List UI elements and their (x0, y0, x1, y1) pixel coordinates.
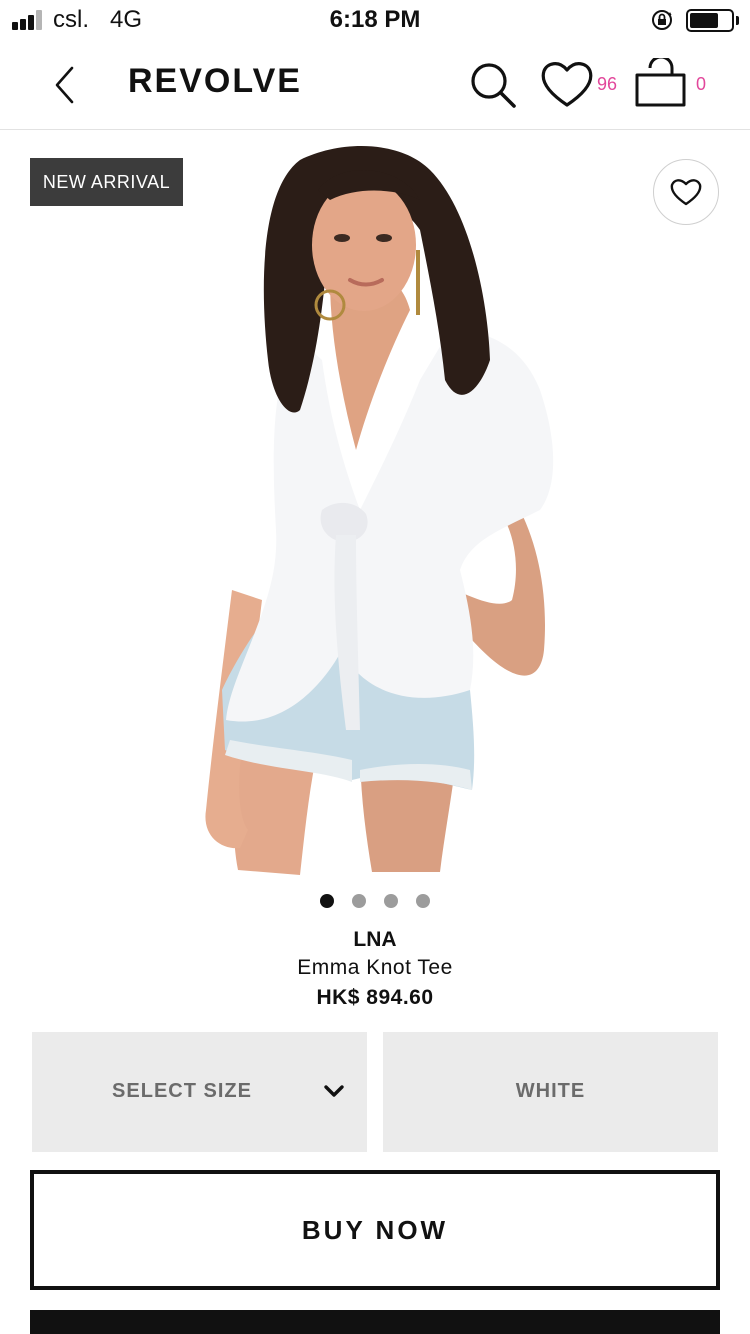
color-select-label: WHITE (515, 1080, 586, 1102)
heart-icon (670, 179, 702, 206)
battery-level (690, 13, 718, 28)
status-bar: csl. 4G 6:18 PM (0, 0, 750, 40)
battery-icon (686, 9, 734, 32)
chevron-down-icon (324, 1085, 344, 1097)
rotation-lock-icon (652, 10, 672, 30)
carousel-dot[interactable] (384, 894, 398, 908)
product-price: HK$ 894.60 (316, 986, 434, 1009)
color-select[interactable]: WHITE (383, 1032, 718, 1152)
product-brand[interactable]: LNA (0, 928, 750, 952)
carousel-dot[interactable] (320, 894, 334, 908)
carousel-dot[interactable] (352, 894, 366, 908)
product-photo (205, 146, 554, 875)
carousel-dot[interactable] (416, 894, 430, 908)
new-arrival-badge: NEW ARRIVAL (30, 158, 183, 206)
back-button[interactable] (44, 62, 86, 108)
product-image-carousel[interactable]: NEW ARRIVAL (0, 130, 750, 880)
app-header: REVOLVE 96 0 (0, 40, 750, 130)
wishlist-count: 96 (597, 74, 618, 94)
favorite-button[interactable] (653, 159, 719, 225)
carousel-indicator (0, 894, 750, 910)
size-select[interactable]: SELECT SIZE (32, 1032, 367, 1152)
battery-cap (736, 16, 739, 25)
status-time: 6:18 PM (329, 6, 421, 33)
bag-count: 0 (696, 74, 707, 94)
add-to-bag-button[interactable] (30, 1310, 720, 1334)
product-name: Emma Knot Tee (297, 956, 453, 979)
brand-logo[interactable]: REVOLVE (128, 62, 302, 101)
size-select-label: SELECT SIZE (112, 1080, 252, 1102)
buy-now-button[interactable]: BUY NOW (30, 1170, 720, 1290)
search-icon[interactable] (466, 58, 520, 112)
